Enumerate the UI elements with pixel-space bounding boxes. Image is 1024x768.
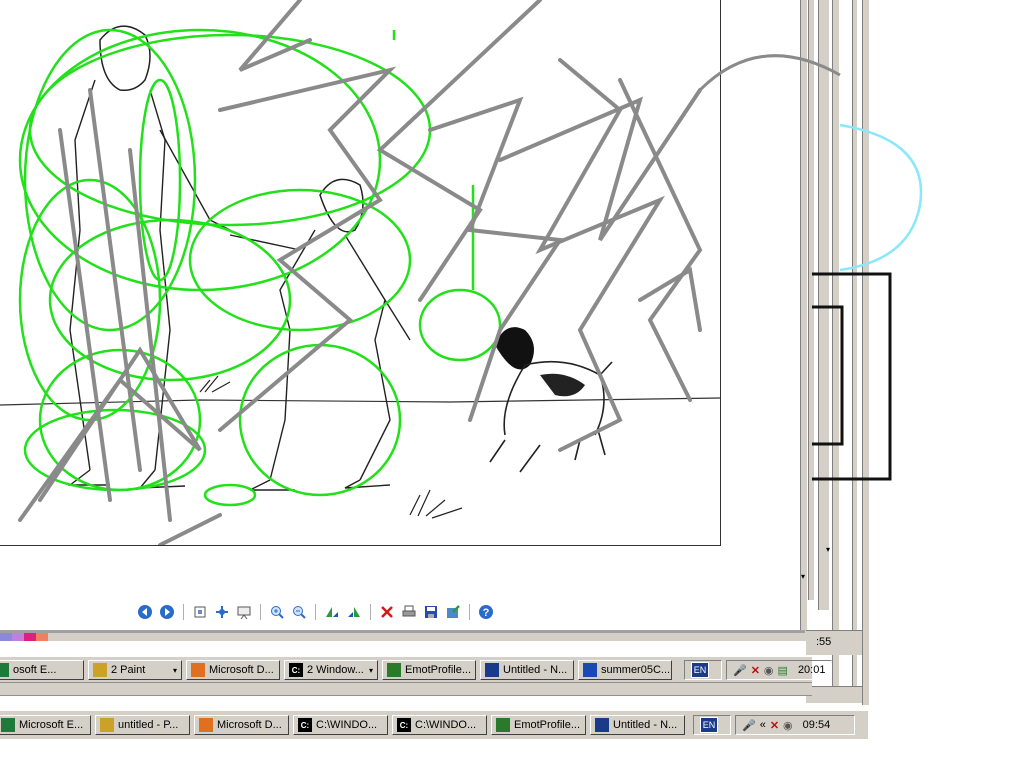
- taskbar: Microsoft E... untitled - P... Microsoft D…: [0, 710, 868, 739]
- console-icon: C:: [298, 718, 312, 732]
- taskbar-button[interactable]: Microsoft E...: [0, 715, 91, 735]
- system-tray: EN: [693, 715, 731, 735]
- volume-icon[interactable]: ◉: [783, 719, 793, 732]
- viewer-toolbar: ?: [136, 603, 495, 621]
- save-icon[interactable]: [422, 603, 440, 621]
- taskbar-ghost-strip: [0, 682, 812, 696]
- best-fit-icon[interactable]: [191, 603, 209, 621]
- zoom-in-icon[interactable]: [268, 603, 286, 621]
- taskbar-button[interactable]: C: 2 Window... ▾: [284, 660, 378, 680]
- office-icon: [191, 663, 205, 677]
- microphone-icon[interactable]: 🎤: [742, 719, 756, 732]
- group-arrow-icon: ▾: [368, 665, 373, 675]
- taskbar-button-label: Microsoft E...: [19, 719, 84, 731]
- word-icon: [583, 663, 597, 677]
- print-icon[interactable]: [400, 603, 418, 621]
- rotate-clockwise-icon[interactable]: [323, 603, 341, 621]
- microphone-icon[interactable]: 🎤: [733, 664, 747, 677]
- taskbar-button-label: EmotProfile...: [405, 664, 472, 676]
- taskbar-button-label: Untitled - N...: [613, 719, 678, 731]
- delete-icon[interactable]: [378, 603, 396, 621]
- notepad-icon: [485, 663, 499, 677]
- edit-icon[interactable]: [444, 603, 462, 621]
- taskbar-button[interactable]: Microsoft D...: [194, 715, 289, 735]
- toolbar-separator: [469, 604, 470, 620]
- taskbar-button-label: EmotProfile...: [514, 719, 581, 731]
- scroll-arrow-icon[interactable]: ▾: [801, 572, 810, 584]
- taskbar-button-label: 2 Paint: [111, 664, 146, 676]
- color-palette-strip: [0, 633, 48, 641]
- group-arrow-icon: ▾: [172, 665, 177, 675]
- app-tray-icon[interactable]: ▤: [778, 664, 788, 677]
- taskbar-button-label: osoft E...: [13, 664, 57, 676]
- window-frame-bottom: [806, 686, 862, 703]
- excel-icon: [0, 663, 9, 677]
- app-icon: [496, 718, 510, 732]
- taskbar-button[interactable]: C: C:\WINDO...: [392, 715, 487, 735]
- console-icon: C:: [289, 663, 303, 677]
- previous-icon[interactable]: [136, 603, 154, 621]
- actual-size-icon[interactable]: [213, 603, 231, 621]
- help-icon[interactable]: ?: [477, 603, 495, 621]
- paint-icon: [100, 718, 114, 732]
- taskbar-button[interactable]: EmotProfile...: [382, 660, 476, 680]
- toolbar-separator: [315, 604, 316, 620]
- system-tray: EN: [684, 660, 722, 680]
- taskbar-button-label: C:\WINDO...: [316, 719, 378, 731]
- next-icon[interactable]: [158, 603, 176, 621]
- system-tray: 🎤 ✕ ◉ ▤ 20:01: [726, 660, 833, 680]
- taskbar-upper: osoft E... 2 Paint ▾ Microsoft D... C: 2 Wind…: [0, 656, 833, 683]
- toolbar-separator: [183, 604, 184, 620]
- clock[interactable]: 20:01: [798, 664, 826, 676]
- taskbar-button-label: Microsoft D...: [217, 719, 282, 731]
- notepad-icon: [595, 718, 609, 732]
- taskbar-button[interactable]: Untitled - N...: [590, 715, 685, 735]
- rotate-counterclockwise-icon[interactable]: [345, 603, 363, 621]
- paint-icon: [93, 663, 107, 677]
- app-icon: [387, 663, 401, 677]
- office-icon: [199, 718, 213, 732]
- window-frame-bottom: [48, 633, 806, 641]
- scroll-arrow-icon[interactable]: ▾: [826, 545, 835, 557]
- status-bar: [806, 630, 862, 655]
- taskbar-button[interactable]: untitled - P...: [95, 715, 190, 735]
- language-indicator[interactable]: EN: [700, 717, 718, 733]
- taskbar-button[interactable]: Untitled - N...: [480, 660, 574, 680]
- scribble-overlay: [700, 54, 923, 272]
- excel-icon: [1, 718, 15, 732]
- svg-text:?: ?: [483, 607, 490, 619]
- taskbar-button-label: Microsoft D...: [209, 664, 274, 676]
- volume-icon[interactable]: ◉: [764, 664, 774, 677]
- clock[interactable]: 09:54: [803, 719, 831, 731]
- taskbar-button-label: Untitled - N...: [503, 664, 568, 676]
- network-icon[interactable]: ✕: [770, 719, 779, 732]
- displayed-picture: [0, 0, 721, 546]
- taskbar-button-label: C:\WINDO...: [415, 719, 477, 731]
- tray-expand-icon[interactable]: «: [760, 719, 766, 731]
- taskbar-button[interactable]: C: C:\WINDO...: [293, 715, 388, 735]
- taskbar-button[interactable]: osoft E...: [0, 660, 84, 680]
- taskbar-button[interactable]: 2 Paint ▾: [88, 660, 182, 680]
- taskbar-button[interactable]: summer05C...: [578, 660, 672, 680]
- toolbar-separator: [370, 604, 371, 620]
- taskbar-button-label: untitled - P...: [118, 719, 179, 731]
- language-indicator[interactable]: EN: [691, 662, 709, 678]
- slideshow-icon[interactable]: [235, 603, 253, 621]
- system-tray: 🎤 « ✕ ◉ 09:54: [735, 715, 855, 735]
- rectangle-outline: [812, 272, 892, 481]
- network-icon[interactable]: ✕: [751, 664, 760, 677]
- taskbar-button[interactable]: Microsoft D...: [186, 660, 280, 680]
- toolbar-separator: [260, 604, 261, 620]
- console-icon: C:: [397, 718, 411, 732]
- zoom-out-icon[interactable]: [290, 603, 308, 621]
- taskbar-button-label: 2 Window...: [307, 664, 364, 676]
- taskbar-button[interactable]: EmotProfile...: [491, 715, 586, 735]
- status-time-text: :55: [816, 636, 832, 648]
- taskbar-button-label: summer05C...: [601, 664, 671, 676]
- line-drawing-image: [0, 0, 720, 545]
